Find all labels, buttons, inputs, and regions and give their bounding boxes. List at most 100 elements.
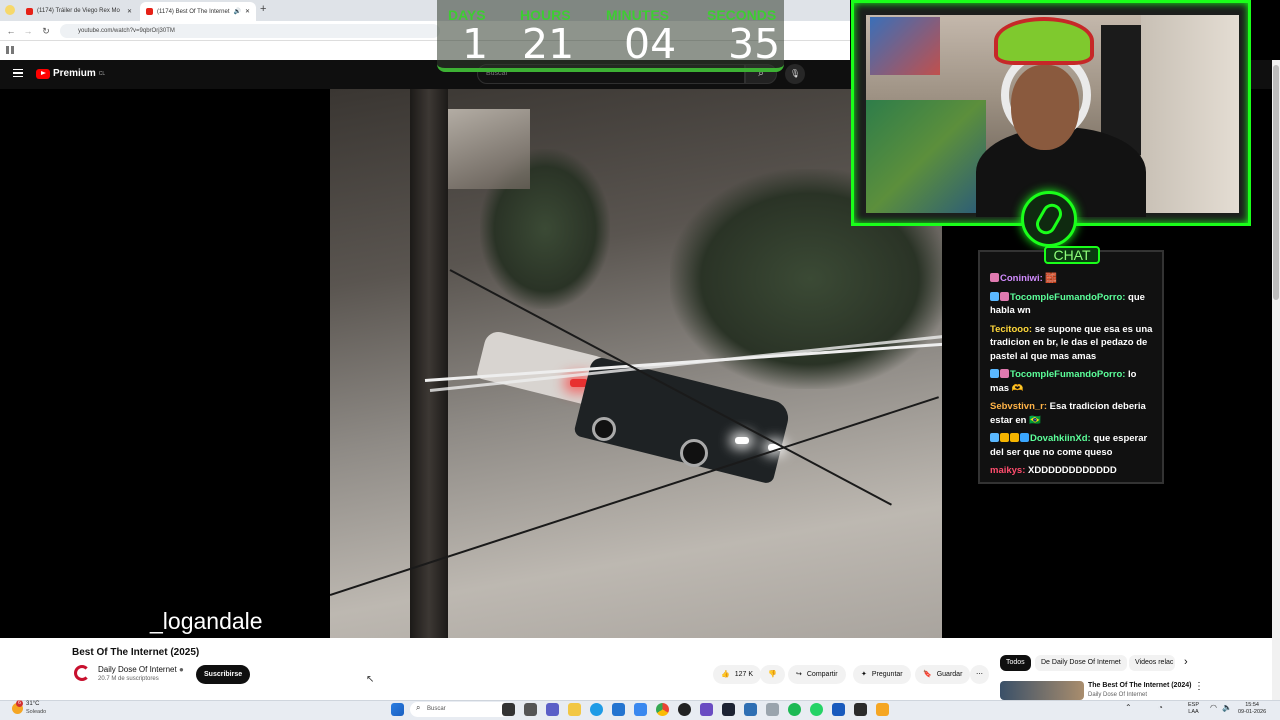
tray-chevron-icon[interactable]: ⌃ xyxy=(1125,703,1132,712)
pickle-logo xyxy=(1021,191,1077,247)
ask-label: Preguntar xyxy=(871,671,903,678)
head-light xyxy=(735,437,749,444)
subscribe-button[interactable]: Suscribirse xyxy=(196,665,251,684)
windows-start-icon[interactable] xyxy=(391,703,404,716)
language-indicator[interactable]: ESP LAA xyxy=(1188,702,1199,716)
share-label: Compartir xyxy=(806,671,838,678)
chat-badge-icon xyxy=(1000,433,1009,442)
dislike-button[interactable]: 👎 xyxy=(760,665,785,684)
whatsapp-icon[interactable] xyxy=(810,703,823,716)
chat-message: Sebvstivn_r: Esa tradicion deberia estar… xyxy=(990,400,1154,427)
clock-time: 15:54 xyxy=(1245,702,1259,708)
more-actions-button[interactable]: ⋯ xyxy=(970,665,989,684)
store-icon[interactable] xyxy=(612,703,625,716)
app-icon[interactable] xyxy=(678,703,691,716)
countdown-overlay: DAYS HOURS MINUTES SECONDS 1 21 04 35 xyxy=(437,0,784,72)
chat-message: Tecitooo: se supone que esa es una tradi… xyxy=(990,323,1154,364)
reload-icon[interactable]: ↻ xyxy=(40,25,52,37)
app-icon[interactable] xyxy=(766,703,779,716)
channel-avatar[interactable] xyxy=(74,665,90,681)
speaker-icon[interactable]: 🔊 xyxy=(233,8,240,15)
file-explorer-icon[interactable] xyxy=(524,703,537,716)
wifi-icon[interactable]: ◠ xyxy=(1210,703,1217,712)
folder-icon[interactable] xyxy=(568,703,581,716)
recommendation-menu-icon[interactable]: ⋮ xyxy=(1194,681,1204,692)
clock[interactable]: 15:54 09-01-2026 xyxy=(1238,702,1266,716)
chrome-icon[interactable] xyxy=(656,703,669,716)
network-icon[interactable]: ◔ xyxy=(1158,703,1163,712)
chat-text: XDDDDDDDDDDDD xyxy=(1028,465,1117,476)
chat-title: CHAT xyxy=(1044,246,1100,264)
recommendation-thumbnail[interactable] xyxy=(1000,681,1084,700)
recommendation-title[interactable]: The Best Of The Internet (2024) xyxy=(1088,682,1191,689)
chat-badge-icon xyxy=(1010,433,1019,442)
browser-menu-dot[interactable] xyxy=(5,5,15,15)
recommendation-channel: Daily Dose Of Internet xyxy=(1088,692,1148,698)
search-icon: ⌕ xyxy=(416,703,421,712)
chat-username: Tecitooo: xyxy=(990,323,1033,335)
video-watermark: _logandale xyxy=(150,608,263,634)
chat-badge-icon xyxy=(990,273,999,282)
app-icon[interactable] xyxy=(722,703,735,716)
spotify-icon[interactable] xyxy=(788,703,801,716)
menu-hamburger-icon[interactable] xyxy=(13,69,23,77)
browser-tab-active[interactable]: (1174) Best Of The Internet 🔊 ✕ xyxy=(140,2,256,21)
app-icon[interactable] xyxy=(634,703,647,716)
chevron-right-icon[interactable]: › xyxy=(1184,656,1188,668)
language-bottom: LAA xyxy=(1188,709,1199,715)
terminal-icon[interactable] xyxy=(854,703,867,716)
person-face xyxy=(1011,65,1079,150)
seconds-value: 35 xyxy=(728,20,781,68)
poster-left xyxy=(870,17,940,75)
volume-icon[interactable]: 🔈 xyxy=(1222,703,1232,712)
browser-tab[interactable]: (1174) Tráiler de Viego Rex Mo ✕ xyxy=(20,3,138,19)
pickle-icon xyxy=(1032,200,1066,238)
app-icon[interactable] xyxy=(700,703,713,716)
channel-name[interactable]: Daily Dose Of Internet ● xyxy=(98,665,184,674)
new-tab-button[interactable]: + xyxy=(260,3,266,15)
forward-icon[interactable]: → xyxy=(22,25,34,37)
chip-channel[interactable]: De Daily Dose Of Internet xyxy=(1035,655,1127,671)
close-tab-icon[interactable]: ✕ xyxy=(245,8,250,15)
voice-search-button[interactable]: 🎙 xyxy=(785,64,805,84)
channel-name-text: Daily Dose Of Internet xyxy=(98,665,177,674)
chat-badge-icon xyxy=(990,369,999,378)
app-icon[interactable] xyxy=(876,703,889,716)
url-field[interactable]: youtube.com/watch?v=9qbrOrj30TM xyxy=(60,24,440,38)
ask-button[interactable]: ✦ Preguntar xyxy=(853,665,911,684)
share-icon: ↪ xyxy=(796,671,802,678)
logo-region: CL xyxy=(98,70,106,77)
task-view-icon[interactable] xyxy=(502,703,515,716)
chip-all[interactable]: Todos xyxy=(1000,655,1031,671)
chat-username: maikys: xyxy=(990,465,1026,476)
scrollbar-thumb[interactable] xyxy=(1273,65,1279,300)
chat-badge-icon xyxy=(990,291,999,301)
chat-text: 🧱 xyxy=(1045,273,1058,284)
video-title: Best Of The Internet (2025) xyxy=(72,647,200,658)
youtube-play-icon xyxy=(36,68,50,79)
chat-message: Coniniwi: 🧱 xyxy=(990,272,1154,286)
like-count: 127 K xyxy=(734,671,754,678)
wheel xyxy=(680,439,708,467)
save-button[interactable]: 🔖 Guardar xyxy=(915,665,971,684)
share-button[interactable]: ↪ Compartir xyxy=(788,665,846,684)
hours-value: 21 xyxy=(522,20,575,68)
chat-username: TocompleFumandoPorro: xyxy=(1010,291,1126,303)
chip-related[interactable]: Videos relac xyxy=(1129,655,1175,671)
app-icon[interactable] xyxy=(744,703,757,716)
edge-icon[interactable] xyxy=(590,703,603,716)
webcam-feed xyxy=(866,15,1239,217)
more-icon: ⋯ xyxy=(976,671,983,678)
like-button[interactable]: 👍 127 K xyxy=(713,665,762,684)
wheel xyxy=(592,417,616,441)
teams-icon[interactable] xyxy=(546,703,559,716)
taskbar-search[interactable]: Buscar xyxy=(410,702,510,717)
back-icon[interactable]: ← xyxy=(5,25,17,37)
chat-message: TocompleFumandoPorro: lo mas 🫶 xyxy=(990,368,1154,395)
apps-grid-icon[interactable] xyxy=(6,46,14,54)
hat xyxy=(994,17,1094,65)
word-icon[interactable] xyxy=(832,703,845,716)
youtube-logo[interactable]: Premium CL xyxy=(36,68,105,79)
save-label: Guardar xyxy=(936,671,963,678)
close-tab-icon[interactable]: ✕ xyxy=(127,8,132,15)
